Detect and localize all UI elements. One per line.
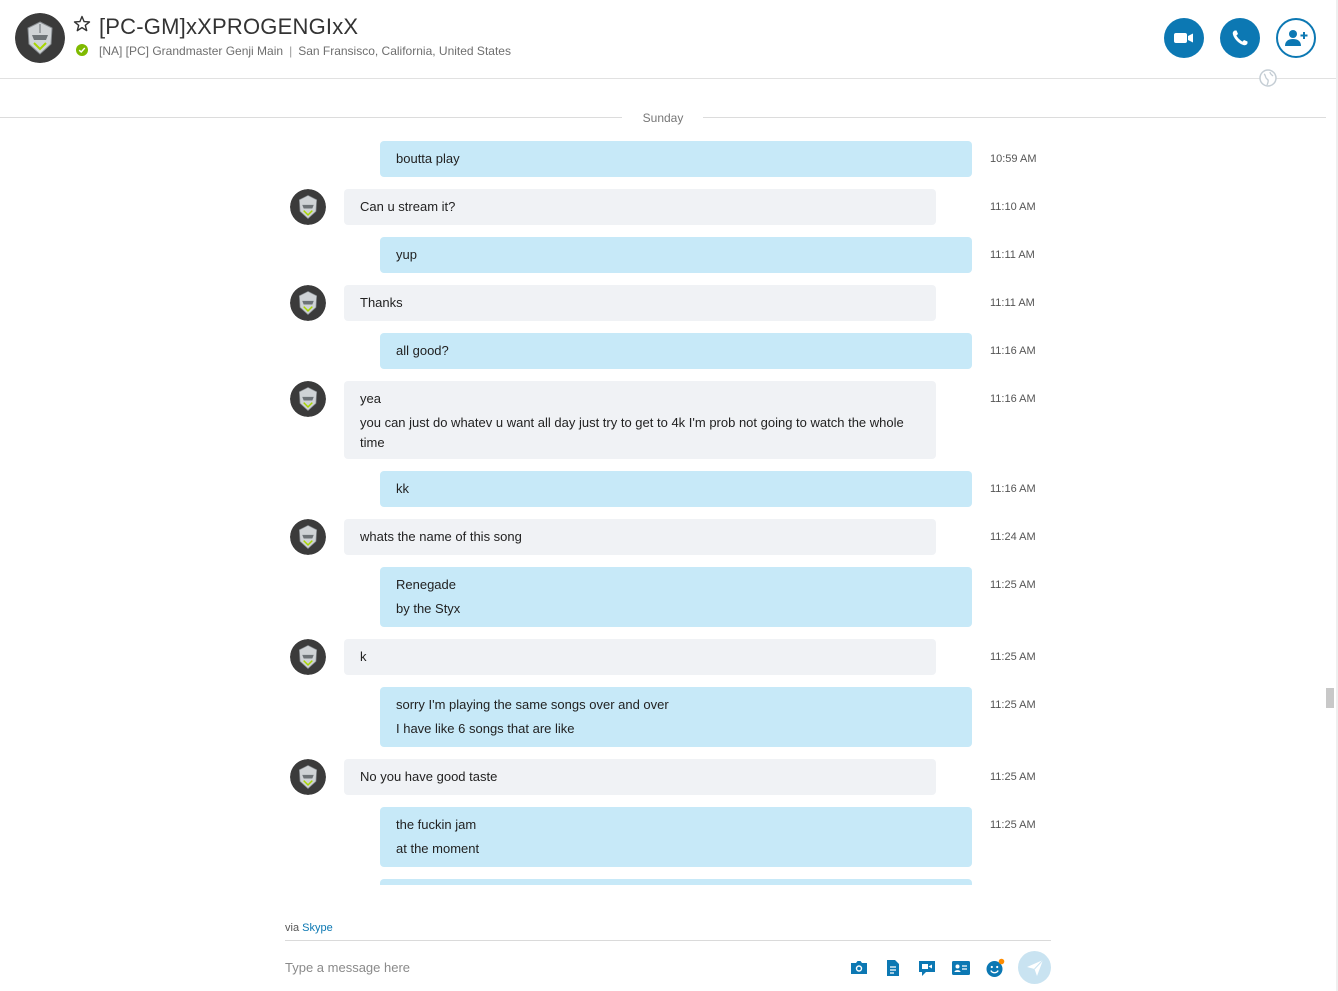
sent-message-bubble[interactable]: kk <box>380 471 972 507</box>
sender-avatar[interactable] <box>290 759 326 795</box>
send-icon <box>1027 959 1044 976</box>
message-timestamp: 11:24 AM <box>990 531 1036 543</box>
message-text: all good? <box>396 343 449 358</box>
message-timestamp: 11:16 AM <box>990 393 1036 405</box>
message-text: No you have good taste <box>360 769 498 784</box>
video-call-icon <box>1174 33 1193 43</box>
sent-message-bubble-partial[interactable] <box>380 879 972 885</box>
message-timestamp: 11:25 AM <box>990 579 1036 591</box>
message-timestamp: 11:10 AM <box>990 201 1036 213</box>
message-list[interactable]: boutta play 10:59 AM Can u stream it? 11:10… <box>0 130 1338 885</box>
message-timestamp: 11:25 AM <box>990 771 1036 783</box>
message-text: Renegade <box>396 577 456 592</box>
separator: | <box>289 44 293 58</box>
conversation-header: [PC-GM]xXPROGENGIxX [NA] [PC] Grandmaste… <box>0 0 1338 79</box>
sent-message-bubble[interactable]: all good? <box>380 333 972 369</box>
message-text: yup <box>396 247 417 262</box>
message-timestamp: 10:59 AM <box>990 153 1037 165</box>
sent-message-bubble[interactable]: yup <box>380 237 972 273</box>
message-timestamp: 11:25 AM <box>990 651 1036 663</box>
message-text: yea <box>360 391 381 406</box>
send-button[interactable] <box>1018 951 1051 984</box>
audio-call-button[interactable] <box>1220 18 1260 58</box>
divider-line-left <box>0 117 622 118</box>
via-skype-link[interactable]: Skype <box>302 922 333 934</box>
received-message-bubble[interactable]: Can u stream it? <box>344 189 936 225</box>
received-message-bubble[interactable]: whats the name of this song <box>344 519 936 555</box>
message-text: whats the name of this song <box>360 529 522 544</box>
date-divider: Sunday <box>642 111 684 125</box>
contact-details: [NA] [PC] Grandmaster Genji Main | San Fra… <box>99 44 511 58</box>
message-timestamp: 11:11 AM <box>990 297 1035 309</box>
sent-message-bubble[interactable]: the fuckin jam at the moment <box>380 807 972 867</box>
message-text: boutta play <box>396 151 460 166</box>
scrollbar-thumb[interactable] <box>1326 688 1334 708</box>
send-media-icon[interactable] <box>849 958 869 978</box>
sender-avatar[interactable] <box>290 189 326 225</box>
message-timestamp: 11:25 AM <box>990 699 1036 711</box>
message-text: the fuckin jam <box>396 817 477 832</box>
sent-message-bubble[interactable]: Renegade by the Styx <box>380 567 972 627</box>
add-people-button[interactable] <box>1276 18 1316 58</box>
message-text: I have like 6 songs that are like <box>396 721 575 736</box>
favorite-star-icon[interactable] <box>72 14 92 34</box>
message-text: Can u stream it? <box>360 199 456 214</box>
video-message-icon[interactable] <box>917 958 937 978</box>
online-status-icon <box>76 44 88 56</box>
message-timestamp: 11:16 AM <box>990 345 1036 357</box>
contact-location: San Fransisco, California, United States <box>298 44 511 58</box>
video-call-button[interactable] <box>1164 18 1204 58</box>
contact-avatar[interactable] <box>15 13 65 63</box>
contact-mood: [NA] [PC] Grandmaster Genji Main <box>99 44 284 58</box>
received-message-bubble[interactable]: Thanks <box>344 285 936 321</box>
received-message-bubble[interactable]: k <box>344 639 936 675</box>
via-label: via Skype <box>285 922 333 934</box>
sent-message-bubble[interactable]: sorry I'm playing the same songs over an… <box>380 687 972 747</box>
message-text: Thanks <box>360 295 403 310</box>
sender-avatar[interactable] <box>290 519 326 555</box>
sender-avatar[interactable] <box>290 639 326 675</box>
message-timestamp: 11:25 AM <box>990 819 1036 831</box>
sender-avatar[interactable] <box>290 285 326 321</box>
add-person-icon <box>1285 30 1308 46</box>
divider-line-right <box>703 117 1326 118</box>
message-timestamp: 11:11 AM <box>990 249 1035 261</box>
send-file-icon[interactable] <box>883 958 903 978</box>
received-message-bubble[interactable]: No you have good taste <box>344 759 936 795</box>
message-text: kk <box>396 481 409 496</box>
via-prefix: via <box>285 922 300 934</box>
globe-icon <box>1259 69 1277 87</box>
message-text: you can just do whatev u want all day ju… <box>360 415 904 450</box>
emoticon-icon[interactable] <box>985 958 1005 978</box>
message-input[interactable] <box>285 952 825 982</box>
contact-name[interactable]: [PC-GM]xXPROGENGIxX <box>99 14 358 40</box>
message-text: k <box>360 649 367 664</box>
sender-avatar[interactable] <box>290 381 326 417</box>
message-text: by the Styx <box>396 601 461 616</box>
message-text: at the moment <box>396 841 480 856</box>
composer-divider <box>285 940 1051 941</box>
send-contact-icon[interactable] <box>951 958 971 978</box>
received-message-bubble[interactable]: yea you can just do whatev u want all day… <box>344 381 936 459</box>
message-text: sorry I'm playing the same songs over an… <box>396 697 669 712</box>
message-timestamp: 11:16 AM <box>990 483 1036 495</box>
sent-message-bubble[interactable]: boutta play <box>380 141 972 177</box>
phone-icon <box>1232 30 1248 46</box>
